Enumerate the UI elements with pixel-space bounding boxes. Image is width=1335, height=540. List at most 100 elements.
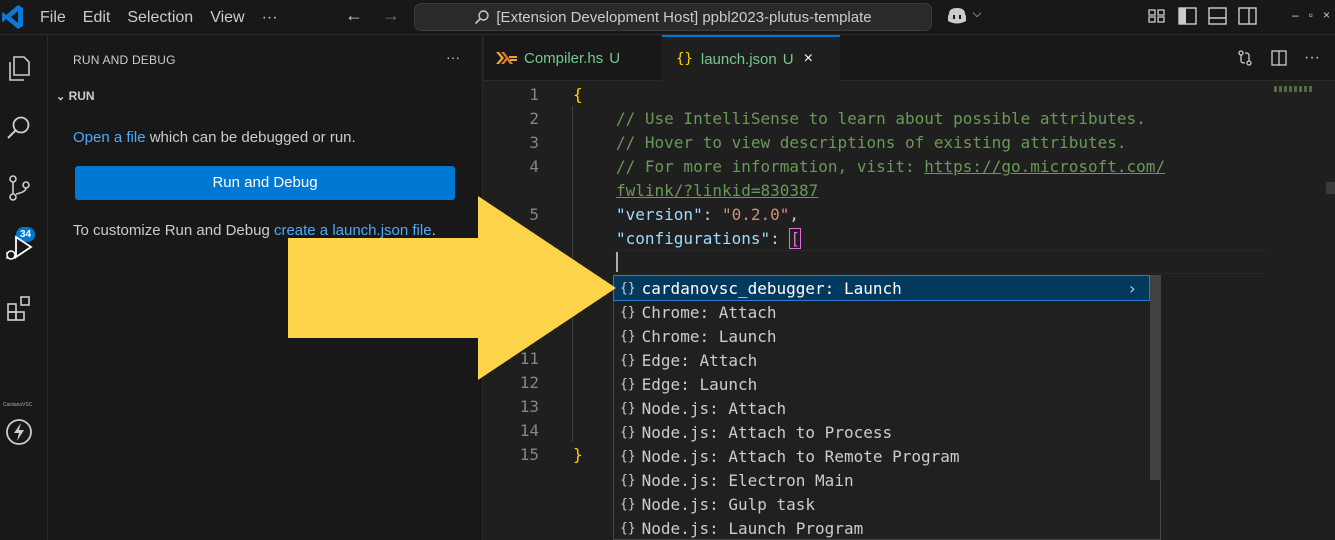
compare-changes-icon[interactable] [1236, 49, 1254, 72]
suggestion-label: Edge: Launch [641, 374, 758, 394]
minimap[interactable] [1274, 86, 1314, 92]
code-configurations: "configurations": [ [616, 228, 802, 249]
suggestion-item[interactable]: {} cardanovsc_debugger: Launch › [613, 275, 1150, 301]
tab-launch-json[interactable]: {} launch.json U × [662, 35, 840, 81]
toggle-primary-sidebar-icon[interactable] [1177, 6, 1198, 26]
code-sep: : [702, 205, 722, 224]
code-bracket: [ [789, 228, 802, 249]
suggestion-item[interactable]: {} Edge: Launch [614, 372, 1149, 396]
docs-url-link[interactable]: fwlink/?linkid=830387 [616, 181, 818, 200]
close-window-button[interactable]: × [1323, 8, 1330, 22]
lightning-icon[interactable] [4, 417, 34, 447]
split-editor-icon[interactable] [1270, 49, 1288, 72]
suggestion-label: Edge: Attach [641, 350, 758, 370]
run-debug-icon[interactable] [4, 233, 34, 263]
braces-icon: {} [620, 424, 636, 440]
menu-bar: File Edit Selection View ··· [40, 0, 295, 35]
customize-layout-icon[interactable] [1147, 6, 1168, 26]
minimize-button[interactable]: – [1292, 8, 1299, 22]
command-center-search[interactable]: [Extension Development Host] ppbl2023-pl… [414, 3, 932, 31]
suggestion-item[interactable]: {} Node.js: Launch Program [614, 516, 1149, 540]
close-tab-icon[interactable]: × [804, 50, 813, 68]
code-comment: // For more information, visit: https://… [616, 157, 1165, 176]
suggestion-item[interactable]: {} Node.js: Gulp task [614, 492, 1149, 516]
suggestion-label: Node.js: Attach to Process [641, 422, 893, 442]
suggestion-label: Chrome: Launch [641, 326, 777, 346]
code-open-brace: { [573, 85, 583, 104]
suggestion-item[interactable]: {} Chrome: Launch [614, 324, 1149, 348]
suggestion-label: Node.js: Gulp task [641, 494, 816, 514]
suggestion-item[interactable]: {} Node.js: Electron Main [614, 468, 1149, 492]
layout-controls [1147, 6, 1258, 26]
cardanovsc-label[interactable]: CardanoVSC [3, 402, 32, 408]
run-and-debug-button[interactable]: Run and Debug [75, 166, 455, 200]
menu-more[interactable]: ··· [262, 9, 278, 27]
menu-file[interactable]: File [40, 9, 66, 27]
overview-ruler-mark [1326, 182, 1335, 194]
chevron-down-icon: ⌵ [972, 6, 982, 20]
search-view-icon[interactable] [4, 113, 34, 143]
suggestion-label: Node.js: Attach [641, 398, 787, 418]
tab-label: launch.json [700, 50, 777, 68]
sidebar-title: RUN AND DEBUG [73, 53, 176, 67]
line-number: 4 [529, 157, 539, 176]
window-controls: – ▫ × [1292, 8, 1330, 22]
haskell-file-icon [496, 52, 517, 64]
suggestion-item[interactable]: {} Node.js: Attach [614, 396, 1149, 420]
toggle-secondary-sidebar-icon[interactable] [1237, 6, 1258, 26]
chevron-down-icon: ⌄ [56, 91, 66, 103]
braces-icon: {} [620, 400, 636, 416]
braces-icon: {} [620, 472, 636, 488]
menu-selection[interactable]: Selection [127, 9, 193, 27]
code-value: "0.2.0" [721, 205, 790, 224]
forward-arrow-icon[interactable]: → [382, 5, 400, 25]
code-version: "version": "0.2.0", [616, 205, 799, 224]
braces-icon: {} [620, 448, 636, 464]
copilot-menu[interactable]: ⌵ [946, 6, 982, 31]
tab-status: U [782, 50, 794, 68]
line-number: 13 [519, 397, 539, 416]
suggest-widget: {} cardanovsc_debugger: Launch › {} Chrome:… [613, 275, 1161, 540]
toggle-panel-icon[interactable] [1207, 6, 1228, 26]
suggest-scrollbar[interactable] [1150, 276, 1161, 480]
editor-actions: ··· [1236, 49, 1320, 72]
back-arrow-icon[interactable]: ← [345, 5, 363, 25]
suggestion-label: Node.js: Attach to Remote Program [641, 446, 960, 466]
menu-edit[interactable]: Edit [83, 9, 111, 27]
source-control-icon[interactable] [4, 173, 34, 203]
code-comment: // Hover to view descriptions of existin… [616, 133, 1127, 152]
suggestion-item[interactable]: {} Node.js: Attach to Remote Program [614, 444, 1149, 468]
line-number: 15 [519, 445, 539, 464]
tab-compiler-hs[interactable]: Compiler.hs U [484, 35, 662, 81]
suggestion-item[interactable]: {} Node.js: Attach to Process [614, 420, 1149, 444]
menu-view[interactable]: View [210, 9, 244, 27]
json-file-icon: {} [676, 51, 693, 67]
open-file-message: Open a file which can be debugged or run… [73, 129, 356, 146]
code-close-brace: } [573, 445, 583, 464]
suggestion-label: cardanovsc_debugger: Launch [641, 278, 902, 298]
chevron-right-icon[interactable]: › [1127, 279, 1137, 298]
suggestion-item[interactable]: {} Chrome: Attach [614, 300, 1149, 324]
code-comment: // Use IntelliSense to learn about possi… [616, 109, 1146, 128]
run-section-header[interactable]: ⌄ RUN [56, 89, 95, 103]
extensions-icon[interactable] [4, 293, 34, 323]
run-section-label: RUN [68, 89, 95, 103]
code-key: "configurations" [616, 229, 771, 248]
tab-status: U [609, 49, 621, 67]
title-bar: File Edit Selection View ··· ← → [Extens… [0, 0, 1335, 35]
explorer-icon[interactable] [4, 53, 34, 83]
vscode-logo-icon[interactable] [2, 4, 24, 30]
more-actions-icon[interactable]: ··· [446, 49, 460, 65]
annotation-arrow-icon [288, 196, 616, 380]
open-file-text: which can be debugged or run. [145, 129, 356, 146]
restore-button[interactable]: ▫ [1309, 8, 1313, 22]
open-file-link[interactable]: Open a file [73, 129, 146, 146]
braces-icon: {} [620, 496, 636, 512]
suggestion-item[interactable]: {} Edge: Attach [614, 348, 1149, 372]
editor-tabs: Compiler.hs U {} launch.json U × [484, 35, 1335, 81]
line-number: 14 [519, 421, 539, 440]
docs-url-link[interactable]: https://go.microsoft.com/ [924, 157, 1165, 176]
suggestion-label: Node.js: Launch Program [641, 518, 864, 538]
command-center-text: [Extension Development Host] ppbl2023-pl… [496, 8, 872, 26]
more-actions-icon[interactable]: ··· [1304, 49, 1320, 72]
